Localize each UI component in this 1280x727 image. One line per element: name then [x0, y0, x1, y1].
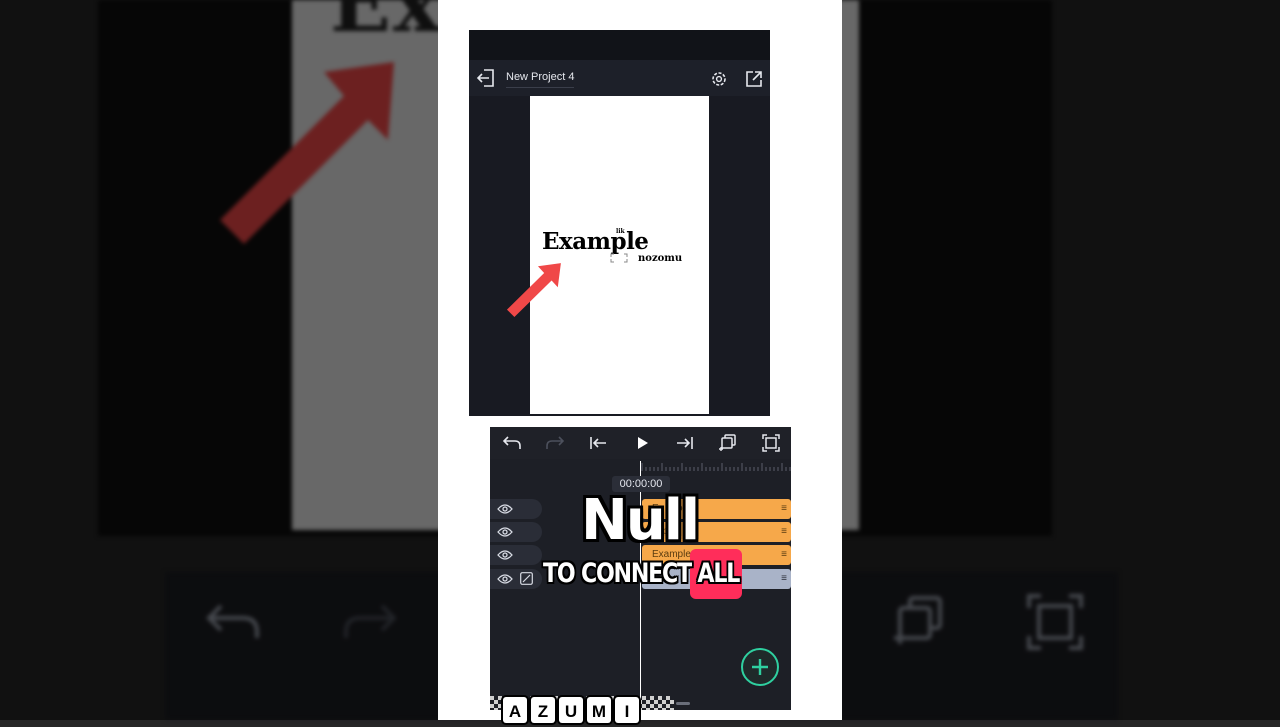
duplicate-icon[interactable]: [718, 433, 738, 453]
canvas-small-text[interactable]: lik: [616, 228, 625, 235]
checker-cell: [650, 704, 654, 708]
add-layer-button[interactable]: [741, 648, 779, 686]
export-icon[interactable]: [744, 69, 764, 89]
layer-header[interactable]: [490, 569, 542, 589]
caption-letter: I: [615, 697, 639, 723]
jump-start-icon[interactable]: [588, 433, 608, 453]
drag-handle-icon[interactable]: ≡: [781, 569, 787, 589]
drag-handle-icon[interactable]: ≡: [781, 545, 787, 565]
editor-preview-screenshot: New Project 4 Example lik nozomu: [469, 30, 770, 416]
fullscreen-icon[interactable]: [761, 433, 781, 453]
checker-cell: [654, 700, 658, 704]
checker-cell: [658, 704, 662, 708]
canvas-example-text[interactable]: Example: [542, 228, 649, 255]
jump-end-icon[interactable]: [675, 433, 695, 453]
eye-icon[interactable]: [497, 549, 513, 561]
checker-cell: [646, 708, 650, 710]
layer-header[interactable]: [490, 499, 542, 519]
eye-icon[interactable]: [497, 573, 513, 585]
checker-cell: [666, 704, 670, 708]
checker-cell: [658, 696, 662, 700]
exit-icon[interactable]: [475, 68, 497, 88]
checker-cell: [494, 708, 498, 710]
layer-header[interactable]: [490, 545, 542, 565]
project-title[interactable]: New Project 4: [506, 71, 574, 83]
canvas-nozomu-text[interactable]: nozomu: [638, 253, 682, 264]
eye-icon[interactable]: [497, 503, 513, 515]
checker-cell: [642, 696, 646, 700]
title-underline: [506, 87, 574, 88]
redo-icon[interactable]: [545, 433, 565, 453]
status-bar: [469, 30, 770, 60]
checker-cell: [494, 700, 498, 704]
red-arrow-icon: [506, 263, 561, 318]
checker-cell: [490, 696, 494, 700]
app-bar: New Project 4: [469, 60, 770, 96]
caption-title: Null: [581, 488, 700, 553]
drag-handle-icon[interactable]: ≡: [781, 499, 787, 519]
caption-letter: Z: [531, 697, 555, 723]
composition-canvas[interactable]: Example lik nozomu: [506, 96, 709, 414]
undo-icon[interactable]: [502, 433, 522, 453]
eye-icon[interactable]: [497, 526, 513, 538]
horizontal-scrollbar[interactable]: [676, 702, 690, 705]
caption-letter: M: [587, 697, 611, 723]
checker-cell: [670, 708, 674, 710]
checker-cell: [490, 704, 494, 708]
null-object-marker-icon[interactable]: [610, 253, 628, 263]
caption-letter-row: A Z U M I: [503, 697, 639, 723]
checker-cell: [654, 708, 658, 710]
play-icon[interactable]: [632, 433, 652, 453]
gear-icon[interactable]: [709, 69, 729, 89]
checker-cell: [646, 700, 650, 704]
timeline-toolbar: [490, 427, 791, 459]
checker-cell: [662, 708, 666, 710]
checker-cell: [498, 704, 502, 708]
blend-mode-icon[interactable]: [520, 572, 533, 585]
checker-cell: [666, 696, 670, 700]
checker-cell: [642, 704, 646, 708]
checker-cell: [670, 700, 674, 704]
caption-letter: A: [503, 697, 527, 723]
checker-cell: [650, 696, 654, 700]
drag-handle-icon[interactable]: ≡: [781, 522, 787, 542]
timeline-ruler[interactable]: [640, 461, 791, 475]
checker-cell: [498, 696, 502, 700]
caption-letter: U: [559, 697, 583, 723]
caption-subtitle: TO CONNECT ALL: [543, 558, 740, 589]
plus-icon: [752, 659, 768, 675]
layer-header[interactable]: [490, 522, 542, 542]
checker-cell: [662, 700, 666, 704]
